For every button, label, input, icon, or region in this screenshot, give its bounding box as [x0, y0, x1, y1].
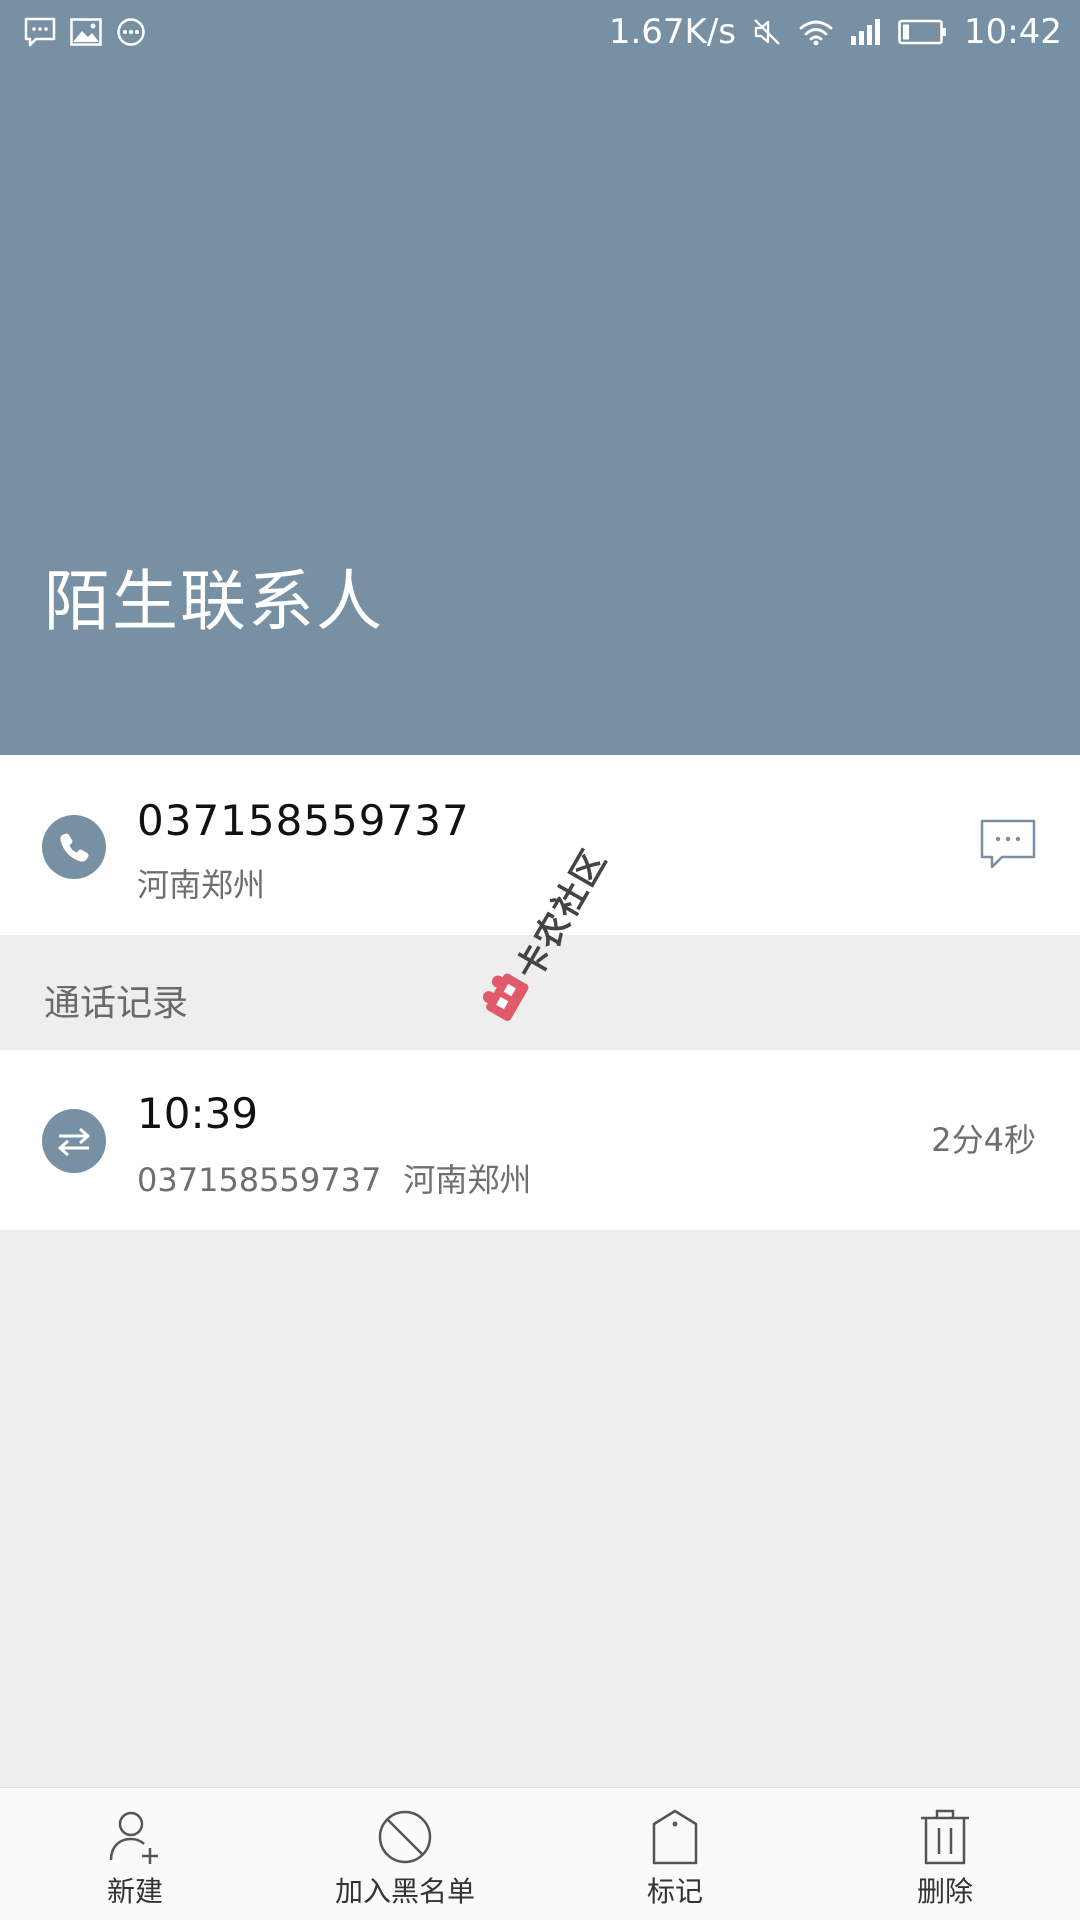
tag-icon [652, 1809, 698, 1865]
status-bar-system: 1.67K/s 10:42 [609, 10, 1062, 54]
screen: 1.67K/s 10:42 陌生联系人 037158559737 河南郑州 通话… [0, 0, 1080, 1920]
call-time: 10:39 [137, 1089, 259, 1138]
call-location: 河南郑州 [403, 1161, 532, 1199]
status-bar-notifications [24, 16, 146, 48]
page-title: 陌生联系人 [44, 563, 384, 640]
block-icon [378, 1810, 432, 1864]
status-bar: 1.67K/s 10:42 [0, 0, 1080, 64]
call-log-section-title: 通话记录 [44, 983, 189, 1024]
mark-label: 标记 [646, 1875, 703, 1908]
call-transfer-icon [42, 1109, 106, 1173]
contact-location: 河南郑州 [137, 866, 266, 904]
more-notification-icon [117, 18, 145, 46]
bottom-action-bar: 新建 加入黑名单 标记 删除 [0, 1787, 1080, 1920]
add-to-blacklist-label: 加入黑名单 [334, 1875, 475, 1908]
signal-icon [851, 19, 881, 45]
call-details: 037158559737 河南郑州 [137, 1158, 531, 1202]
watermark-logo-icon [482, 973, 529, 1022]
call-duration: 2分4秒 [931, 1121, 1036, 1159]
add-contact-icon [109, 1811, 158, 1864]
wifi-icon [799, 20, 833, 46]
delete-label: 删除 [916, 1875, 973, 1908]
new-contact-label: 新建 [106, 1875, 163, 1908]
message-notification-icon [24, 17, 56, 47]
call-log-entry[interactable]: 10:39 037158559737 河南郑州 2分4秒 [0, 1050, 1080, 1230]
phone-icon[interactable] [42, 815, 106, 879]
call-number: 037158559737 [137, 1161, 382, 1199]
battery-icon [898, 19, 947, 45]
contact-number: 037158559737 [137, 796, 470, 845]
trash-icon [921, 1809, 969, 1865]
contact-card[interactable]: 037158559737 河南郑州 [0, 755, 1080, 935]
clock: 10:42 [964, 12, 1062, 52]
message-icon[interactable] [980, 819, 1036, 871]
new-contact-button[interactable]: 新建 [0, 1788, 270, 1920]
header: 1.67K/s 10:42 陌生联系人 [0, 0, 1080, 755]
mark-button[interactable]: 标记 [540, 1788, 810, 1920]
add-to-blacklist-button[interactable]: 加入黑名单 [270, 1788, 540, 1920]
network-speed: 1.67K/s [608, 12, 737, 52]
mute-icon [754, 19, 780, 45]
image-notification-icon [70, 18, 102, 46]
delete-button[interactable]: 删除 [810, 1788, 1080, 1920]
